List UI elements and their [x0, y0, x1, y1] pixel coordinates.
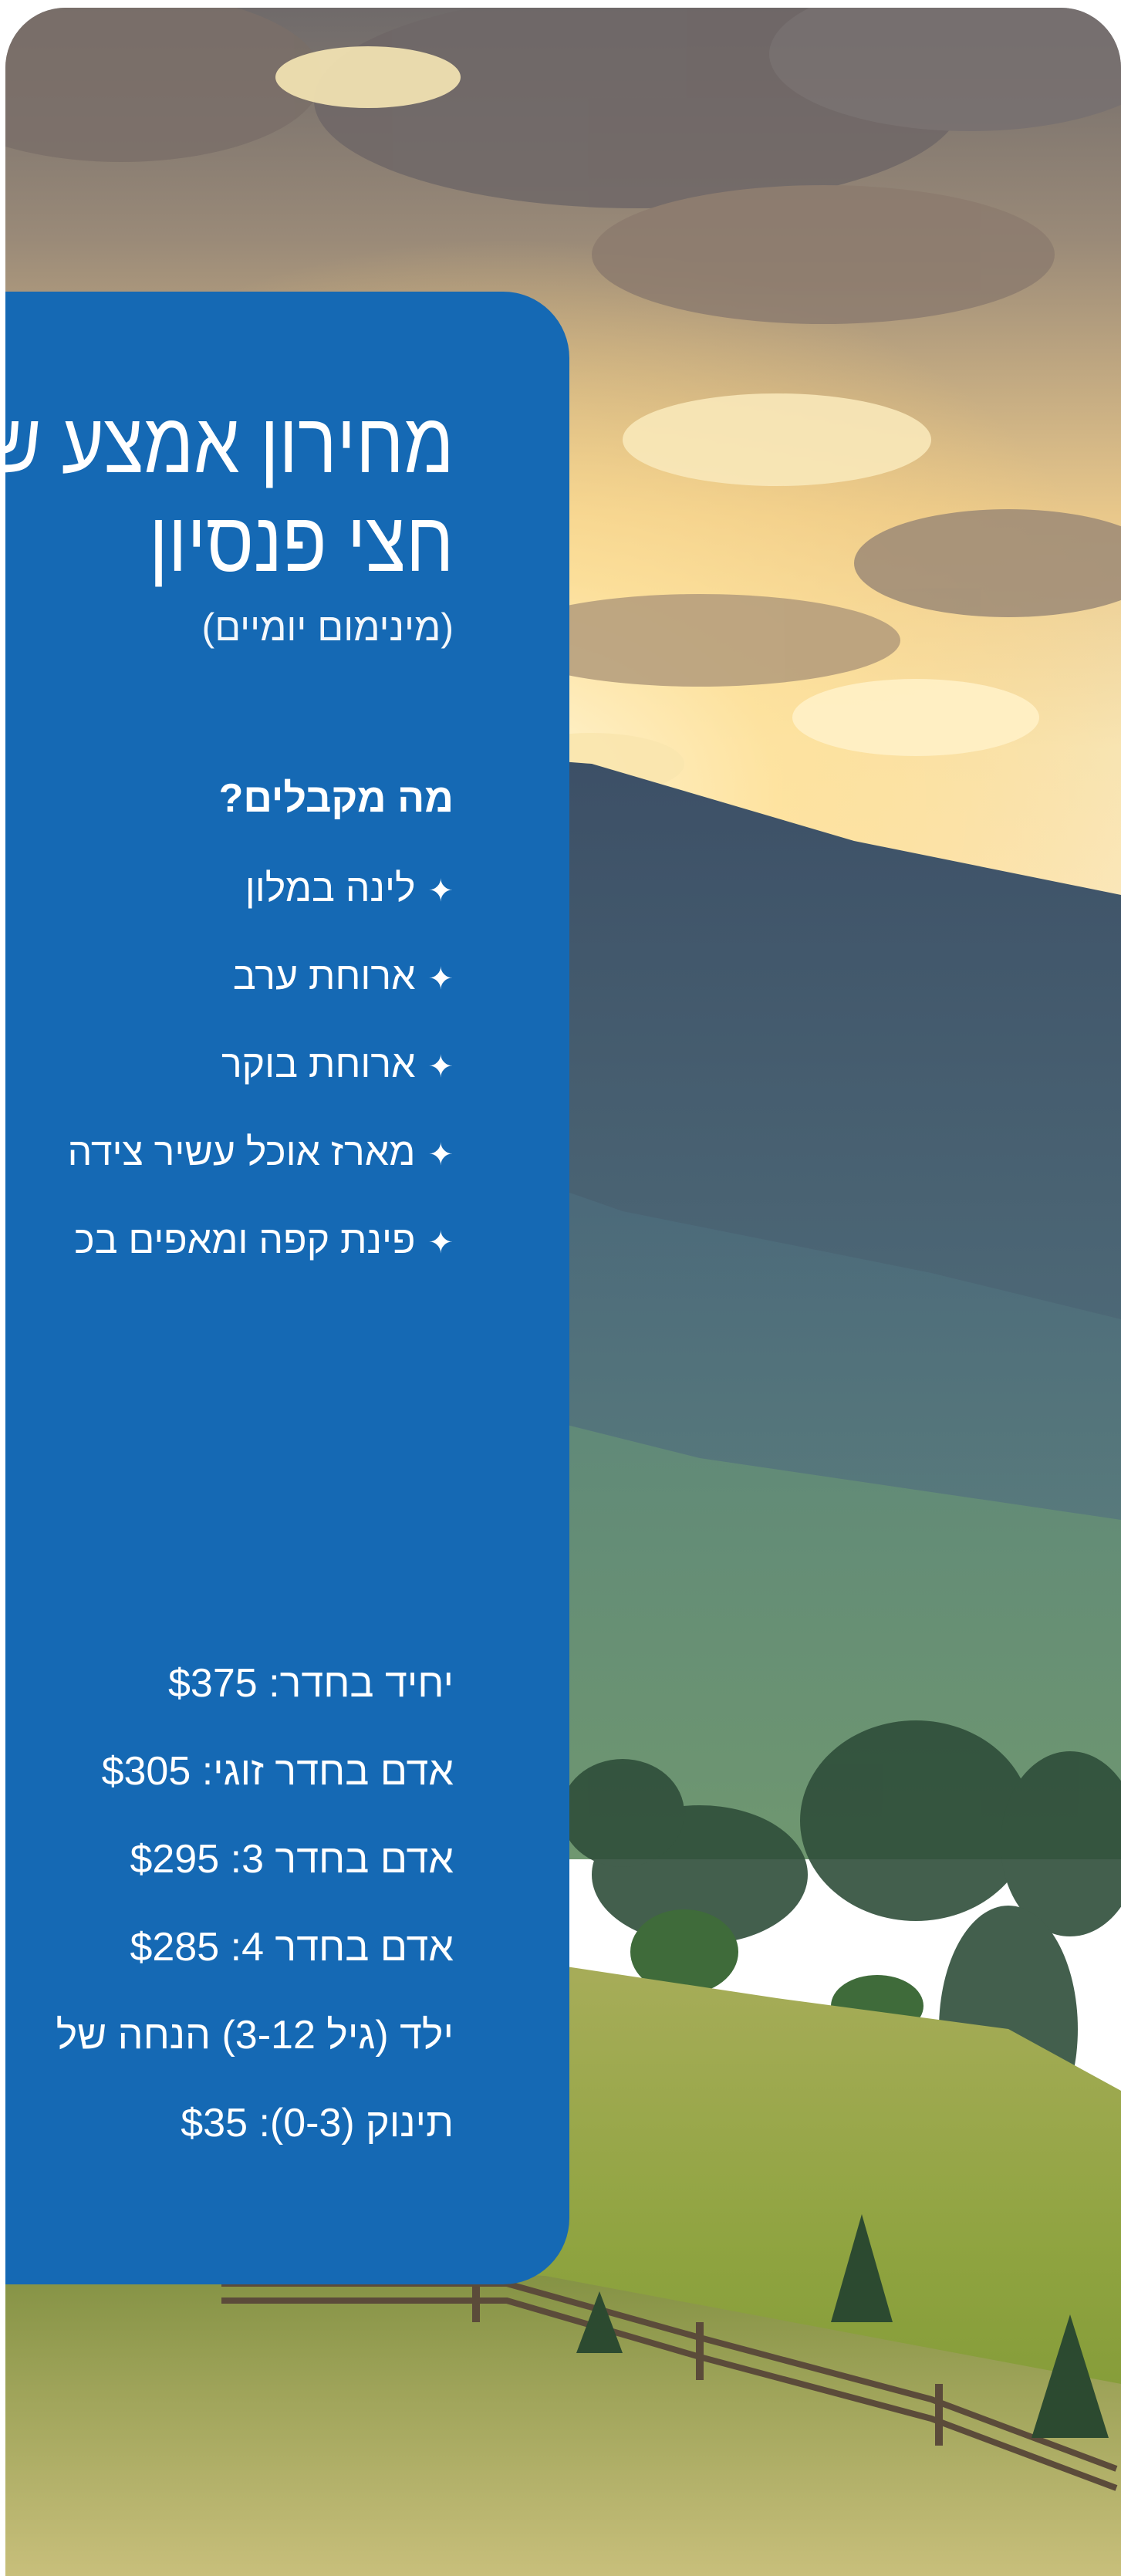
- feature-item: ✦ לינה במלון: [245, 864, 454, 915]
- feature-item: ✦ ארוחת ערב: [233, 952, 454, 1003]
- sparkle-star-icon: ✦: [427, 874, 454, 908]
- feature-label: ארוחת ערב: [232, 954, 416, 998]
- sparkle-star-icon: ✦: [427, 1050, 454, 1084]
- feature-item: ✦ ארוחת בוקר: [221, 1040, 454, 1091]
- page-title: מחירון אמצע ש: [5, 396, 454, 491]
- feature-label: מארז אוכל עשיר צידה: [67, 1130, 416, 1173]
- features-heading: מה מקבלים?: [218, 776, 454, 821]
- promo-card: מחירון אמצע ש חצי פנסיון (מינימום יומיים…: [5, 8, 1121, 2576]
- feature-item: ✦ פינת קפה ומאפים בכ: [74, 1216, 454, 1267]
- price-child: ילד (גיל 3-12) הנחה של: [56, 2013, 454, 2058]
- price-double-room: אדם בחדר זוגי: $305: [101, 1749, 454, 1794]
- feature-label: ארוחת בוקר: [221, 1042, 416, 1085]
- price-infant: תינוק (0-3): $35: [181, 2101, 454, 2146]
- price-single-room: יחיד בחדר: $375: [168, 1661, 454, 1706]
- page-title-line-2: חצי פנסיון: [149, 495, 454, 589]
- page-subtitle: (מינימום יומיים): [201, 606, 454, 649]
- feature-label: לינה במלון: [245, 866, 416, 910]
- sparkle-star-icon: ✦: [427, 1138, 454, 1172]
- price-quad-room: אדם בחדר 4: $285: [130, 1925, 454, 1970]
- sparkle-star-icon: ✦: [427, 962, 454, 996]
- price-triple-room: אדם בחדר 3: $295: [130, 1837, 454, 1882]
- feature-item: ✦ מארז אוכל עשיר צידה: [68, 1128, 454, 1179]
- feature-label: פינת קפה ומאפים בכ: [74, 1218, 416, 1261]
- sparkle-star-icon: ✦: [427, 1226, 454, 1260]
